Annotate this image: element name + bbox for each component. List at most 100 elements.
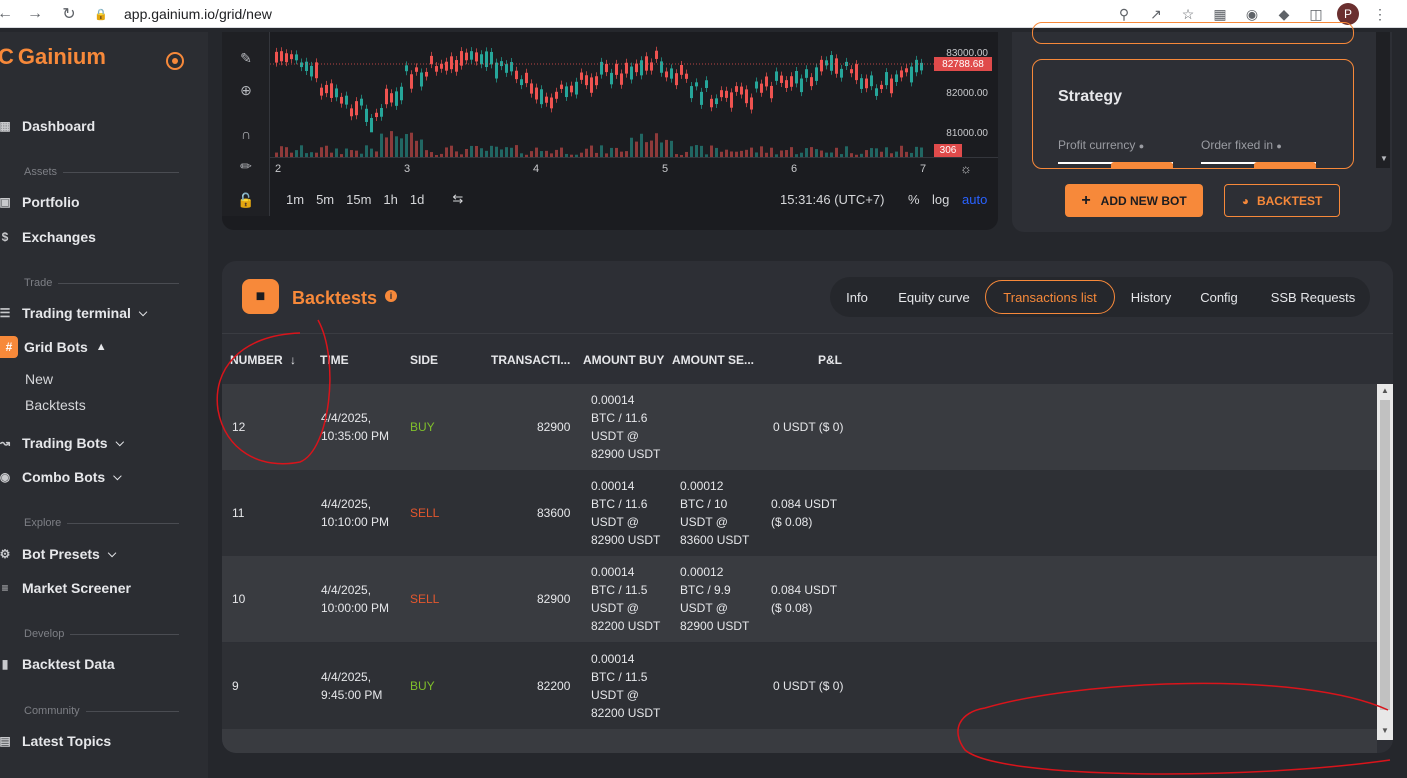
candle-body <box>765 76 768 87</box>
info-icon[interactable]: ● <box>1276 141 1281 151</box>
scroll-down-icon[interactable]: ▼ <box>1380 154 1388 163</box>
sidebar-item-market-screener[interactable]: ≡ Market Screener <box>0 576 130 600</box>
sidebar-item-backtest-data[interactable]: ▮ Backtest Data <box>0 652 115 676</box>
sidebar-item-exchanges[interactable]: $ Exchanges <box>0 225 96 249</box>
lock-icon: 🔒 <box>94 8 108 21</box>
sidebar-item-bot-presets[interactable]: ⚙ Bot Presets ⌵ <box>0 542 116 566</box>
sidebar-item-label: Bot Presets <box>22 546 100 562</box>
sidebar-item-trading-bots[interactable]: ↝ Trading Bots ⌵ <box>0 431 124 455</box>
scrollbar-thumb[interactable] <box>1380 400 1390 710</box>
tab-equity-curve[interactable]: Equity curve <box>890 280 978 314</box>
volume-bar <box>770 147 773 157</box>
sidebar-subitem-backtests[interactable]: Backtests <box>25 397 86 413</box>
candle-body <box>800 78 803 93</box>
sidebar-subitem-new[interactable]: New <box>25 371 53 387</box>
candle-body <box>670 68 673 79</box>
sidebar-item-dashboard[interactable]: ▦ Dashboard <box>0 114 95 138</box>
volume-bar <box>635 141 638 157</box>
amount-buy-line: USDT @ <box>591 515 639 529</box>
candle-body <box>830 55 833 71</box>
scroll-down-icon[interactable]: ▼ <box>1381 726 1389 735</box>
log-toggle[interactable]: log <box>932 192 949 207</box>
candle-body <box>590 77 593 93</box>
info-icon[interactable]: ● <box>1139 141 1144 151</box>
scroll-up-icon[interactable]: ▲ <box>1381 386 1389 395</box>
volume-bar <box>650 140 653 157</box>
pencil-lock-icon[interactable]: ✏ <box>236 156 256 176</box>
sidebar-item-label: Exchanges <box>22 229 96 245</box>
add-new-bot-button[interactable]: + ADD NEW BOT <box>1065 184 1203 217</box>
tab-transactions-list[interactable]: Transactions list <box>985 280 1115 314</box>
auto-toggle[interactable]: auto <box>962 192 987 207</box>
sidebar-item-trading-terminal[interactable]: ☰ Trading terminal ⌵ <box>0 301 147 325</box>
table-row[interactable]: 10 4/4/2025, 10:00:00 PM SELL 82900 0.00014 BT… <box>222 556 1377 642</box>
tab-history[interactable]: History <box>1122 280 1180 314</box>
interval-1m[interactable]: 1m <box>286 192 304 207</box>
table-header: NUMBER ↓ TIME SIDE TRANSACTI... AMOUNT B… <box>222 333 1393 383</box>
info-icon[interactable]: i <box>385 290 397 302</box>
table-row[interactable]: 11 4/4/2025, 10:10:00 PM SELL 83600 0.00014 BT… <box>222 470 1377 556</box>
interval-1d[interactable]: 1d <box>410 192 424 207</box>
time-clock: 9:45:00 PM <box>321 688 383 702</box>
theme-toggle-icon[interactable] <box>166 52 184 70</box>
magnet-icon[interactable]: ∩ <box>236 124 256 144</box>
time-date: 4/4/2025, <box>321 411 372 425</box>
menu-icon[interactable]: ⋮ <box>1369 3 1391 25</box>
candle-body <box>725 90 728 98</box>
profit-currency-toggle[interactable] <box>1058 162 1173 168</box>
backtest-button[interactable]: ◕ BACKTEST <box>1224 184 1340 217</box>
interval-1h[interactable]: 1h <box>383 192 397 207</box>
tab-info[interactable]: Info <box>838 280 876 314</box>
volume-bar <box>405 134 408 157</box>
tab-ssb-requests[interactable]: SSB Requests <box>1258 280 1368 314</box>
candle-body <box>720 90 723 98</box>
interval-15m[interactable]: 15m <box>346 192 371 207</box>
back-icon[interactable]: ← <box>0 3 16 25</box>
cell-time: 4/4/2025, 9:45:00 PM <box>321 668 382 704</box>
candle-body <box>450 56 453 70</box>
zoom-in-icon[interactable]: ⊕ <box>236 80 256 100</box>
candle-body <box>620 73 623 85</box>
candle-body <box>775 71 778 81</box>
pnl-usd: ($ 0.08) <box>771 601 813 615</box>
candle-body <box>710 98 713 108</box>
pnl-usd: ($ 0.08) <box>771 515 813 529</box>
column-amount-buy[interactable]: AMOUNT BUY <box>583 353 664 367</box>
sidebar-item-combo-bots[interactable]: ◉ Combo Bots ⌵ <box>0 465 122 489</box>
section-develop: Develop <box>24 628 179 640</box>
candle-body <box>840 68 843 78</box>
brand-logo[interactable]: С Gainium <box>0 44 106 70</box>
ruler-icon[interactable]: ✎ <box>236 48 256 68</box>
volume-bar <box>900 145 903 157</box>
grid-icon: # <box>0 336 18 358</box>
cell-number: 9 <box>232 679 239 693</box>
reload-icon[interactable]: ↻ <box>58 3 80 25</box>
interval-5m[interactable]: 5m <box>316 192 334 207</box>
panel-scrollbar[interactable] <box>1376 32 1390 168</box>
sidebar-item-portfolio[interactable]: ▣ Portfolio <box>0 190 80 214</box>
column-time[interactable]: TIME <box>320 353 349 367</box>
candlestick-area[interactable] <box>270 32 934 157</box>
column-transaction[interactable]: TRANSACTI... <box>491 353 570 367</box>
volume-bar <box>655 133 658 157</box>
column-number[interactable]: NUMBER ↓ <box>230 353 296 367</box>
cell-transaction: 83600 <box>537 506 571 520</box>
column-pnl[interactable]: P&L <box>818 353 842 367</box>
chart-settings-icon[interactable]: ☼ <box>960 161 972 176</box>
table-scrollbar[interactable]: ▲ ▼ <box>1377 384 1393 740</box>
sidebar-item-grid-bots[interactable]: # Grid Bots ▲ <box>0 335 107 359</box>
table-row[interactable]: 12 4/4/2025, 10:35:00 PM BUY 82900 0.00014 BTC… <box>222 384 1377 470</box>
forward-icon[interactable]: → <box>24 3 46 25</box>
volume-bar <box>505 147 508 157</box>
lock-icon[interactable]: 🔓 <box>236 190 256 210</box>
candle-body <box>880 84 883 90</box>
order-fixed-toggle[interactable] <box>1201 162 1316 168</box>
sidebar-item-latest-topics[interactable]: ▤ Latest Topics <box>0 729 111 753</box>
compare-icon[interactable]: ⇆ <box>452 191 463 207</box>
column-side[interactable]: SIDE <box>410 353 438 367</box>
candle-body <box>870 75 873 87</box>
column-amount-sell[interactable]: AMOUNT SE... <box>672 353 754 367</box>
table-row[interactable]: 9 4/4/2025, 9:45:00 PM BUY 82200 0.00014 BTC /… <box>222 643 1377 729</box>
percent-toggle[interactable]: % <box>908 192 920 207</box>
tab-config[interactable]: Config <box>1192 280 1246 314</box>
